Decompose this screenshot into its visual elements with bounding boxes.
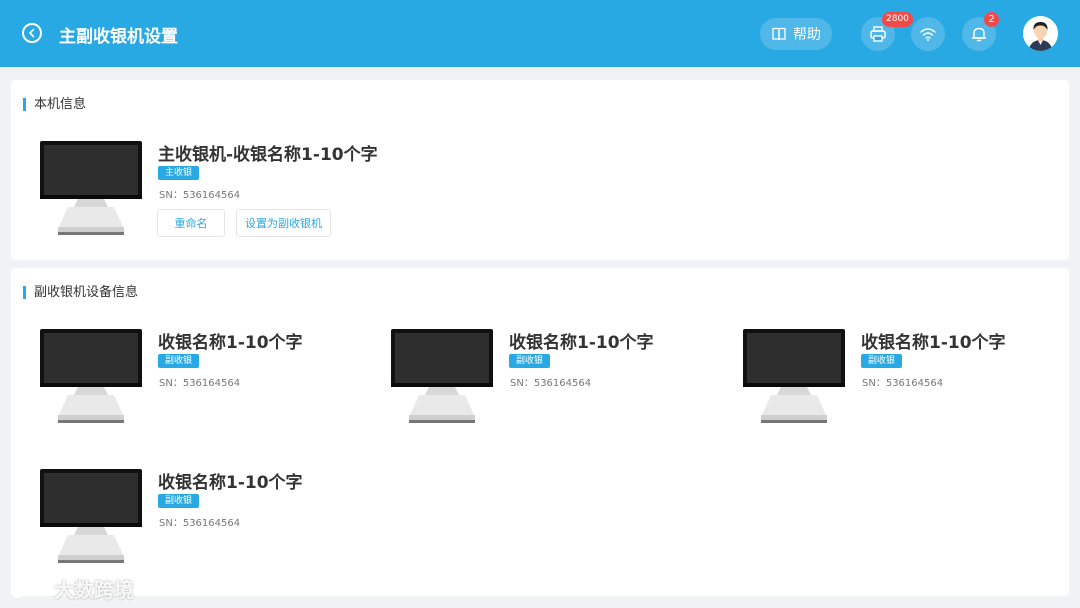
device-name: 收银名称1-10个字 <box>861 333 1006 353</box>
printer-icon <box>870 26 886 42</box>
avatar[interactable] <box>1023 16 1058 51</box>
printer-badge: 2800 <box>882 12 913 27</box>
device-sn: SN：536164564 <box>159 190 241 201</box>
device-sn: SN：536164564 <box>510 378 592 389</box>
set-secondary-button[interactable]: 设置为副收银机 <box>236 209 331 237</box>
local-info-card: 本机信息 主收银机-收银名称1-10个字 主收银 SN：536164564 重命… <box>11 80 1069 260</box>
monitor-icon <box>40 329 142 425</box>
device-name: 主收银机-收银名称1-10个字 <box>158 145 378 165</box>
device-tag: 副收银 <box>158 494 200 508</box>
monitor-icon <box>40 141 142 237</box>
notification-badge: 2 <box>984 12 999 27</box>
secondary-device: 收银名称1-10个字 副收银 SN：536164564 <box>391 329 731 439</box>
secondary-device: 收银名称1-10个字 副收银 SN：536164564 <box>40 469 380 579</box>
watermark-text: 大数跨境 <box>54 578 134 602</box>
watermark: 大数跨境 <box>10 574 134 603</box>
device-name: 收银名称1-10个字 <box>158 333 303 353</box>
wifi-icon <box>920 28 936 41</box>
help-label: 帮助 <box>793 27 821 43</box>
secondary-device: 收银名称1-10个字 副收银 SN：536164564 <box>743 329 1080 439</box>
device-name: 收银名称1-10个字 <box>158 473 303 493</box>
page-title: 主副收银机设置 <box>59 27 178 47</box>
top-bar: 主副收银机设置 帮助 2800 2 <box>0 0 1080 67</box>
device-sn: SN：536164564 <box>862 378 944 389</box>
watermark-logo-icon <box>11 580 45 598</box>
monitor-icon <box>743 329 845 425</box>
secondary-info-card: 副收银机设备信息 收银名称1-10个字 副收银 SN：536164564 收银名… <box>11 268 1069 596</box>
device-tag: 副收银 <box>861 354 903 368</box>
book-icon <box>772 27 786 41</box>
user-avatar-icon <box>1023 16 1058 51</box>
section-title-secondary: 副收银机设备信息 <box>23 286 138 299</box>
device-tag: 副收银 <box>509 354 551 368</box>
device-tag: 主收银 <box>158 166 200 180</box>
wifi-button[interactable] <box>911 17 945 51</box>
section-title-local: 本机信息 <box>23 98 86 111</box>
device-sn: SN：536164564 <box>159 378 241 389</box>
back-button[interactable] <box>22 23 42 43</box>
back-icon <box>29 28 35 38</box>
monitor-icon <box>391 329 493 425</box>
rename-button[interactable]: 重命名 <box>157 209 225 237</box>
bell-icon <box>971 27 987 42</box>
device-name: 收银名称1-10个字 <box>509 333 654 353</box>
device-tag: 副收银 <box>158 354 200 368</box>
secondary-device: 收银名称1-10个字 副收银 SN：536164564 <box>40 329 380 439</box>
help-button[interactable]: 帮助 <box>760 18 832 50</box>
device-sn: SN：536164564 <box>159 518 241 529</box>
local-device: 主收银机-收银名称1-10个字 主收银 SN：536164564 重命名 设置为… <box>40 141 380 251</box>
monitor-icon <box>40 469 142 565</box>
